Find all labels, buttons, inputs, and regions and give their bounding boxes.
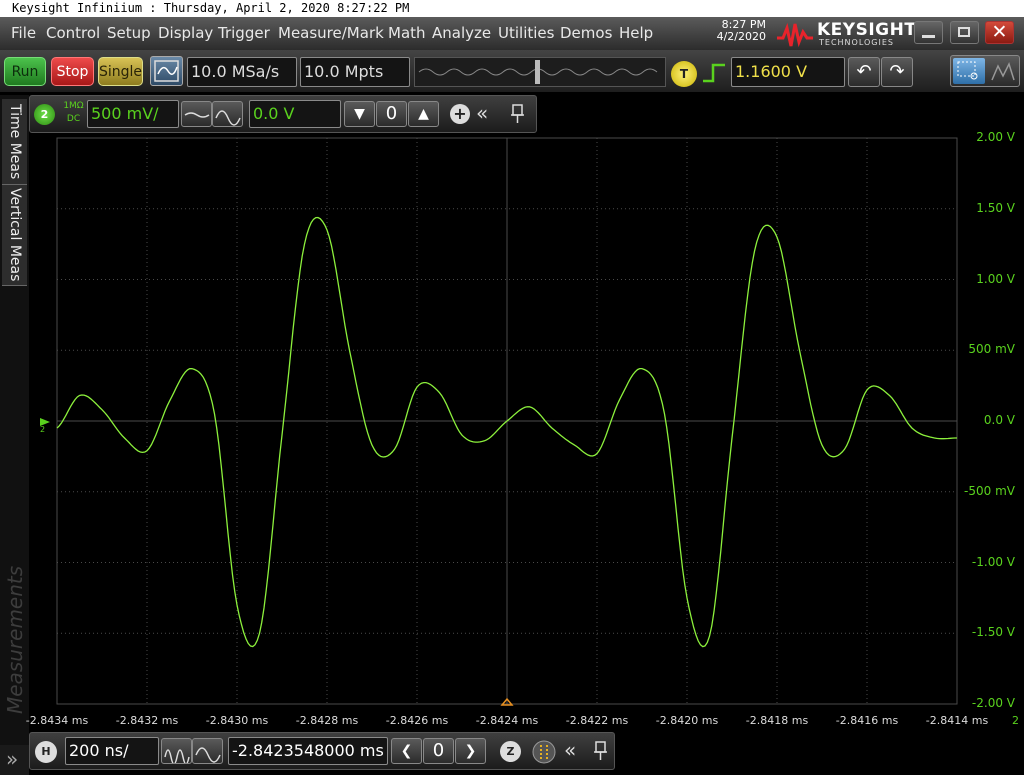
zoom-badge[interactable]: Z: [500, 741, 521, 762]
x-tick-label: -2.8434 ms: [25, 714, 89, 727]
x-tick-label: -2.8426 ms: [385, 714, 449, 727]
timebase-expand-button[interactable]: [192, 738, 223, 764]
x-tick-label: -2.8430 ms: [205, 714, 269, 727]
y-tick-label: -500 mV: [964, 483, 1015, 498]
timebase-compress-button[interactable]: [161, 738, 192, 765]
x-axis-channel-marker: 2: [1012, 714, 1019, 727]
wave-compressed-icon: [164, 749, 190, 765]
position-zero-button[interactable]: 0: [423, 738, 454, 764]
timebase-control-bar: H 200 ns/ -2.8423548000 ms ❮ 0 ❯ Z «: [29, 732, 615, 770]
expand-right-icon: »: [6, 747, 19, 771]
acquisition-icon[interactable]: [532, 740, 556, 764]
zero-icon: 0: [432, 740, 445, 761]
chevron-left-icon: ❮: [400, 743, 413, 759]
horizontal-badge[interactable]: H: [35, 741, 57, 763]
y-tick-label: 1.50 V: [976, 200, 1015, 215]
waveform-display[interactable]: 2: [0, 0, 1024, 775]
pin-icon[interactable]: [593, 740, 609, 762]
timebase-position-field[interactable]: -2.8423548000 ms: [228, 737, 388, 765]
x-tick-label: -2.8422 ms: [565, 714, 629, 727]
chevron-right-icon: ❯: [464, 743, 477, 759]
y-tick-label: 0.0 V: [983, 413, 1015, 427]
ground-marker: 2: [40, 418, 50, 434]
wave-expanded-icon: [195, 747, 221, 763]
position-right-button[interactable]: ❯: [455, 738, 486, 764]
y-tick-label: -1.50 V: [971, 625, 1015, 640]
position-left-button[interactable]: ❮: [391, 738, 422, 764]
x-tick-label: -2.8416 ms: [835, 714, 899, 727]
x-tick-label: -2.8424 ms: [475, 714, 539, 727]
collapse-left-icon[interactable]: «: [564, 738, 576, 762]
y-tick-label: 2.00 V: [976, 130, 1015, 144]
x-tick-label: -2.8428 ms: [295, 714, 359, 727]
y-tick-label: 1.00 V: [976, 271, 1015, 286]
timebase-scale-field[interactable]: 200 ns/: [65, 737, 159, 765]
y-tick-label: 500 mV: [968, 342, 1015, 357]
expand-sidebar-button[interactable]: »: [0, 745, 29, 775]
x-tick-label: -2.8414 ms: [925, 714, 989, 727]
y-tick-label: -2.00 V: [971, 696, 1015, 710]
ground-marker-label: 2: [40, 425, 45, 434]
y-tick-label: -1.00 V: [971, 554, 1015, 569]
x-tick-label: -2.8432 ms: [115, 714, 179, 727]
x-tick-label: -2.8420 ms: [655, 714, 719, 727]
x-tick-label: -2.8418 ms: [745, 714, 809, 727]
